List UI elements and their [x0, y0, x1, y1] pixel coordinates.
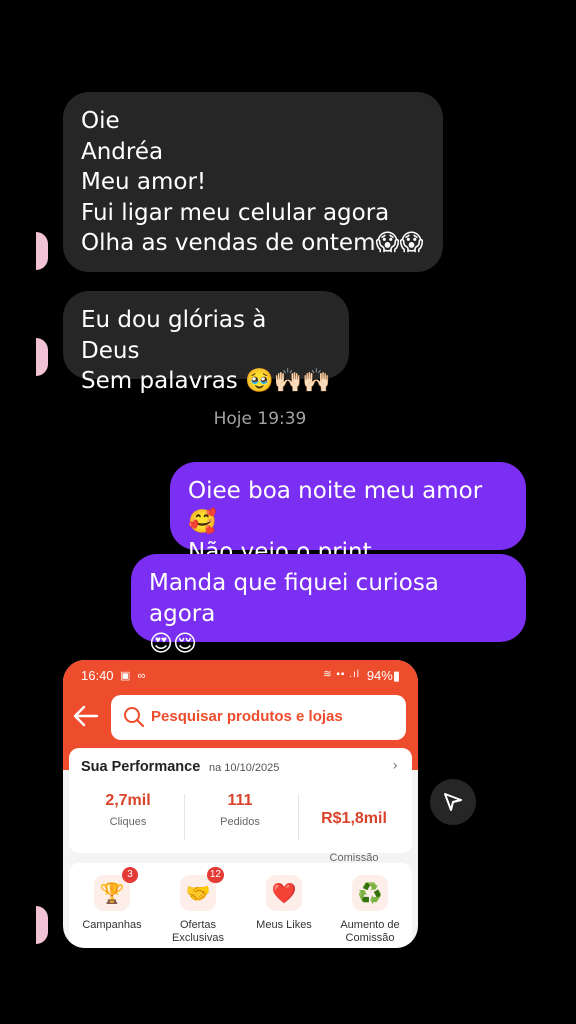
- shared-screenshot[interactable]: 16:40 ▣ ∞ ≋ ▪▪ .ıl 94%▮ Pesquisar produt…: [63, 660, 418, 948]
- tool-aumento-comissao[interactable]: ♻️ Aumento de Comissão: [327, 875, 413, 945]
- handshake-icon: 🤝 12: [180, 867, 224, 911]
- message-timestamp: Hoje 19:39: [213, 409, 307, 429]
- stat-label: Cliques: [109, 816, 147, 828]
- tool-campanhas[interactable]: 🏆 3 Campanhas: [69, 867, 155, 932]
- incoming-message[interactable]: Eu dou glórias à Deus Sem palavras 🥹🙌🏻🙌🏻: [63, 291, 349, 394]
- tool-label: Ofertas Exclusivas: [172, 919, 224, 944]
- stat-label: Pedidos: [220, 816, 260, 828]
- stat-value: 2,7mil: [105, 792, 151, 809]
- sender-avatar[interactable]: [36, 338, 48, 376]
- tool-label: Aumento de Comissão: [340, 919, 400, 944]
- stat-value: 111: [227, 792, 253, 809]
- tool-meus-likes[interactable]: ❤️ Meus Likes: [241, 875, 327, 932]
- incoming-message[interactable]: Oie Andréa Meu amor! Fui ligar meu celul…: [63, 92, 443, 272]
- stat-orders: 111 Pedidos: [185, 792, 295, 829]
- back-arrow-icon[interactable]: [71, 704, 99, 728]
- performance-card[interactable]: Sua Performance na 10/10/2025 › 2,7mil C…: [69, 748, 412, 877]
- trophy-icon: 🏆 3: [94, 867, 138, 911]
- tool-ofertas-exclusivas[interactable]: 🤝 12 Ofertas Exclusivas: [155, 867, 241, 945]
- send-icon: [444, 793, 462, 811]
- percent-cycle-icon: ♻️: [352, 875, 388, 911]
- notification-badge: 3: [122, 867, 138, 883]
- outgoing-message[interactable]: Oiee boa noite meu amor 🥰 Não veio o pri…: [170, 462, 526, 565]
- tool-label: Meus Likes: [256, 919, 312, 931]
- status-left-icons: ▣ ∞: [120, 670, 148, 682]
- stat-clicks: 2,7mil Cliques: [73, 792, 183, 829]
- signal-icon: ≋ ▪▪ .ıl: [323, 669, 360, 680]
- battery-indicator: 94%▮: [366, 668, 400, 683]
- search-placeholder: Pesquisar produtos e lojas: [151, 708, 343, 725]
- performance-date: na 10/10/2025: [209, 762, 280, 774]
- heart-icon: ❤️: [266, 875, 302, 911]
- notification-badge: 12: [206, 867, 224, 883]
- tools-row: 🏆 3 Campanhas 🤝 12 Ofertas Exclusivas ❤️ M…: [69, 863, 412, 948]
- phone-status-bar: 16:40 ▣ ∞ ≋ ▪▪ .ıl 94%▮: [63, 668, 418, 686]
- forward-button[interactable]: [430, 779, 476, 825]
- outgoing-message[interactable]: Manda que fiquei curiosa agora 😍😌: [131, 554, 526, 657]
- tool-label: Campanhas: [82, 919, 142, 931]
- search-input[interactable]: Pesquisar produtos e lojas: [111, 695, 406, 740]
- chevron-right-icon[interactable]: ›: [392, 758, 398, 774]
- search-icon: [124, 707, 145, 728]
- performance-title: Sua Performance: [81, 759, 201, 775]
- sender-avatar[interactable]: [36, 232, 48, 270]
- stat-value: R$1,8mil: [321, 810, 387, 827]
- sender-avatar[interactable]: [36, 906, 48, 944]
- status-time: 16:40: [81, 668, 114, 683]
